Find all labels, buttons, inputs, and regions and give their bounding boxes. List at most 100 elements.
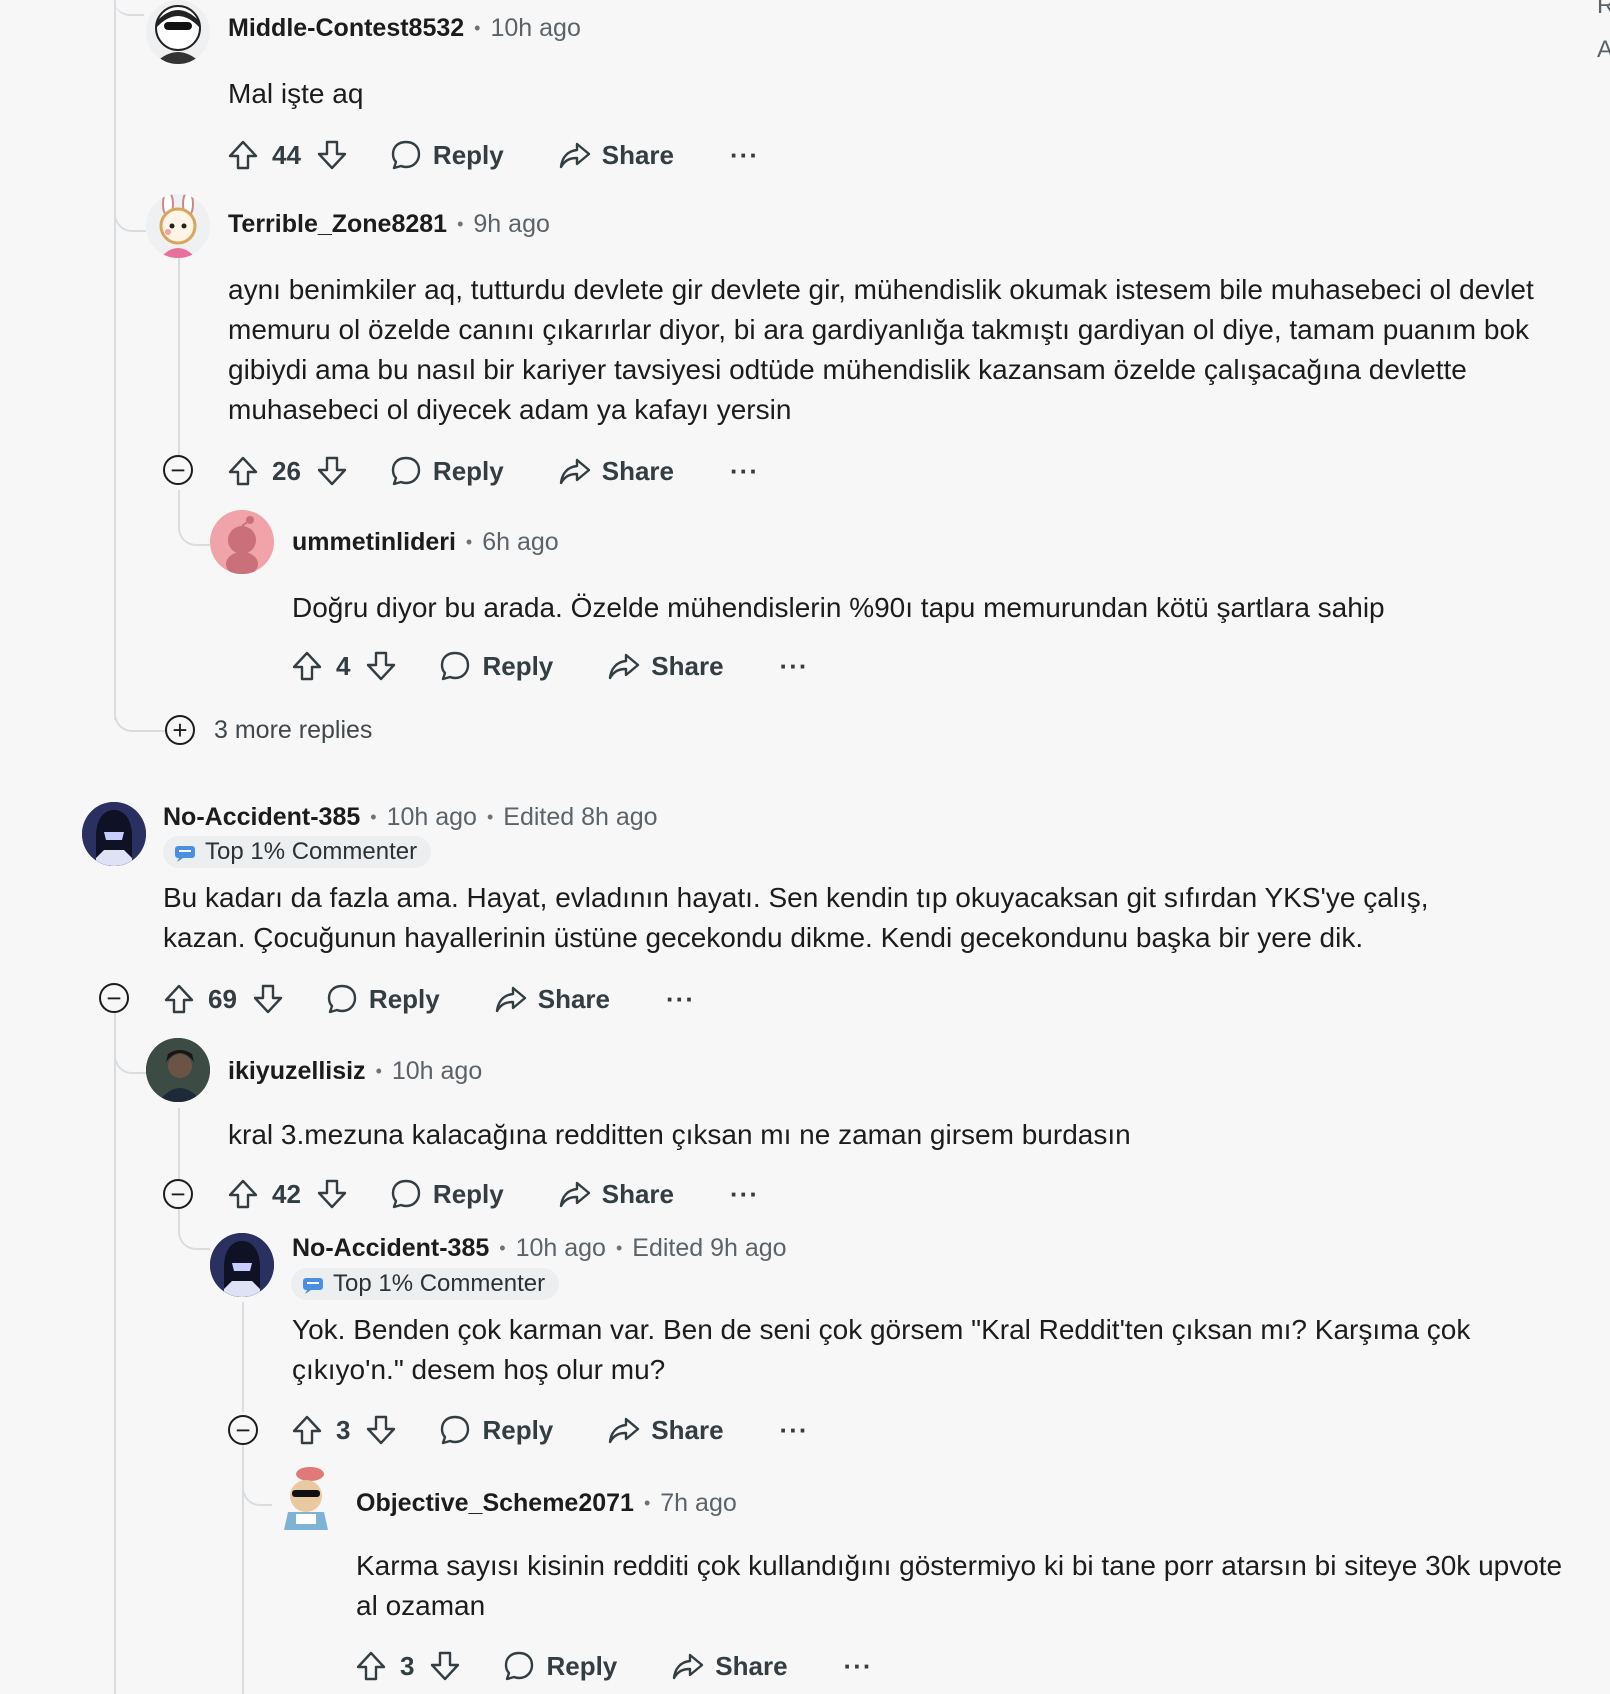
thread-elbow xyxy=(242,1460,272,1506)
downvote-icon[interactable] xyxy=(315,1177,349,1211)
thread-line[interactable] xyxy=(178,250,180,462)
username[interactable]: ikiyuzellisiz xyxy=(228,1057,366,1086)
username[interactable]: ummetinlideri xyxy=(292,528,456,557)
comment-bubble-icon xyxy=(389,1177,423,1211)
timestamp[interactable]: 10h ago xyxy=(490,14,580,43)
share-button[interactable]: Share xyxy=(607,1413,724,1447)
avatar[interactable] xyxy=(274,1466,338,1530)
avatar[interactable] xyxy=(210,510,274,574)
avatar[interactable] xyxy=(210,1233,274,1297)
reply-label: Reply xyxy=(432,455,504,486)
reply-button[interactable]: Reply xyxy=(389,454,504,488)
username[interactable]: Middle-Contest8532 xyxy=(228,14,464,43)
collapse-thread-button[interactable]: − xyxy=(99,983,129,1013)
separator-dot: • xyxy=(375,1061,382,1081)
share-button[interactable]: Share xyxy=(558,138,674,172)
reply-label: Reply xyxy=(546,1650,618,1681)
more-options-icon[interactable]: ··· xyxy=(844,1651,873,1682)
share-icon xyxy=(607,1413,641,1447)
reply-button[interactable]: Reply xyxy=(438,649,553,683)
thread-line[interactable] xyxy=(114,0,116,720)
avatar[interactable] xyxy=(146,194,210,258)
top-commenter-badge[interactable]: Top 1% Commenter xyxy=(163,836,432,868)
upvote-icon[interactable] xyxy=(290,1413,324,1447)
thread-line[interactable] xyxy=(178,1108,180,1190)
timestamp[interactable]: 10h ago xyxy=(387,803,477,832)
comment-text: Bu kadarı da fazla ama. Hayat, evladının… xyxy=(163,882,1429,953)
upvote-icon[interactable] xyxy=(226,138,260,172)
thread-elbow xyxy=(114,660,168,732)
more-options-icon[interactable]: ··· xyxy=(730,1179,759,1210)
vote-score: 69 xyxy=(208,983,237,1014)
username[interactable]: No-Accident-385 xyxy=(292,1234,489,1263)
share-button[interactable]: Share xyxy=(558,454,674,488)
more-replies-link[interactable]: 3 more replies xyxy=(214,716,372,745)
comment-actions: 26 Reply Share ··· xyxy=(226,449,759,493)
upvote-icon[interactable] xyxy=(162,982,196,1016)
top-commenter-badge[interactable]: Top 1% Commenter xyxy=(291,1268,560,1300)
username[interactable]: Terrible_Zone8281 xyxy=(228,210,447,239)
reply-button[interactable]: Reply xyxy=(389,138,504,172)
more-options-icon[interactable]: ··· xyxy=(730,140,759,171)
comment-meta: No-Accident-385 • 10h ago • Edited 8h ag… xyxy=(163,803,658,832)
downvote-icon[interactable] xyxy=(315,138,349,172)
timestamp[interactable]: 10h ago xyxy=(392,1057,482,1086)
thread-line[interactable] xyxy=(114,1012,116,1694)
timestamp[interactable]: 7h ago xyxy=(660,1489,736,1518)
username[interactable]: No-Accident-385 xyxy=(163,803,360,832)
vote-score: 3 xyxy=(336,1414,351,1445)
comment-actions: 3 Reply Share ··· xyxy=(354,1644,873,1688)
downvote-icon[interactable] xyxy=(364,1413,398,1447)
username[interactable]: Objective_Scheme2071 xyxy=(356,1489,634,1518)
share-label: Share xyxy=(715,1650,788,1681)
reply-button[interactable]: Reply xyxy=(502,1649,617,1683)
downvote-icon[interactable] xyxy=(364,649,398,683)
comment-bubble-icon xyxy=(325,982,359,1016)
collapse-thread-button[interactable]: − xyxy=(228,1415,258,1445)
comment-text: kral 3.mezuna kalacağına redditten çıksa… xyxy=(228,1119,1131,1150)
upvote-icon[interactable] xyxy=(354,1649,388,1683)
comment-actions: 44 Reply Share ··· xyxy=(226,133,759,177)
more-options-icon[interactable]: ··· xyxy=(730,456,759,487)
share-button[interactable]: Share xyxy=(607,649,724,683)
share-icon xyxy=(494,982,528,1016)
reply-button[interactable]: Reply xyxy=(389,1177,504,1211)
avatar[interactable] xyxy=(82,802,146,866)
vote-score: 4 xyxy=(336,650,351,681)
reply-label: Reply xyxy=(432,139,504,170)
share-button[interactable]: Share xyxy=(671,1649,788,1683)
downvote-icon[interactable] xyxy=(428,1649,462,1683)
reply-button[interactable]: Reply xyxy=(438,1413,553,1447)
comment-meta: Terrible_Zone8281 • 9h ago xyxy=(228,210,550,239)
comment-actions: 69 Reply Share ··· xyxy=(162,977,695,1021)
upvote-icon[interactable] xyxy=(290,649,324,683)
comment-meta: No-Accident-385 • 10h ago • Edited 9h ag… xyxy=(292,1234,787,1263)
separator-dot: • xyxy=(615,1238,623,1258)
avatar[interactable] xyxy=(146,0,210,64)
thread-line[interactable] xyxy=(242,1302,244,1412)
timestamp[interactable]: 10h ago xyxy=(516,1234,606,1263)
collapse-thread-button[interactable]: − xyxy=(163,1179,193,1209)
comment-actions: 4 Reply Share ··· xyxy=(290,644,809,688)
comment-bubble-icon xyxy=(438,1413,472,1447)
separator-dot: • xyxy=(474,18,481,38)
share-button[interactable]: Share xyxy=(494,982,610,1016)
upvote-icon[interactable] xyxy=(226,1177,260,1211)
more-options-icon[interactable]: ··· xyxy=(666,984,695,1015)
timestamp[interactable]: 9h ago xyxy=(473,210,549,239)
upvote-icon[interactable] xyxy=(226,454,260,488)
share-label: Share xyxy=(601,139,674,170)
expand-replies-button[interactable]: + xyxy=(165,715,195,745)
reply-button[interactable]: Reply xyxy=(325,982,440,1016)
timestamp[interactable]: 6h ago xyxy=(482,528,558,557)
downvote-icon[interactable] xyxy=(251,982,285,1016)
more-options-icon[interactable]: ··· xyxy=(780,1415,809,1446)
share-button[interactable]: Share xyxy=(558,1177,674,1211)
more-options-icon[interactable]: ··· xyxy=(780,651,809,682)
separator-dot: • xyxy=(486,807,494,827)
collapse-thread-button[interactable]: − xyxy=(163,455,193,485)
downvote-icon[interactable] xyxy=(315,454,349,488)
comment-text: Yok. Benden çok karman var. Ben de seni … xyxy=(292,1314,1471,1385)
share-label: Share xyxy=(651,650,724,681)
avatar[interactable] xyxy=(146,1038,210,1102)
